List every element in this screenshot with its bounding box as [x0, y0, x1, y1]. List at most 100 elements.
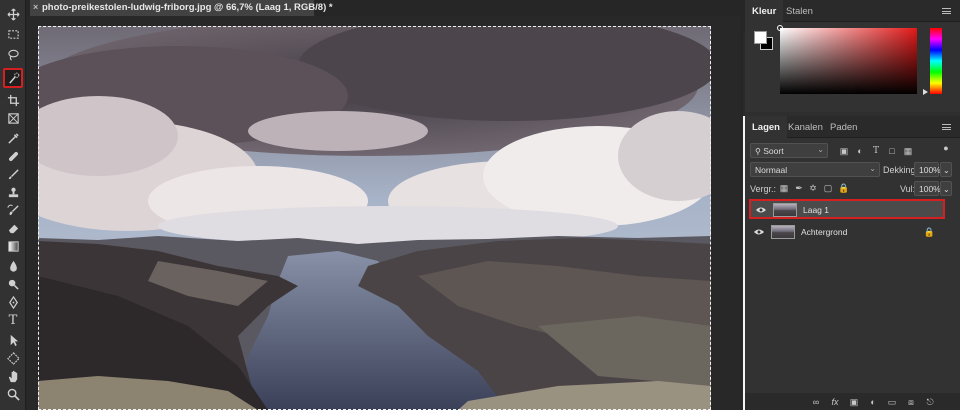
- photoshop-window: T × photo-preikestolen-ludwig-friborg.jp…: [0, 0, 960, 410]
- type-tool[interactable]: T: [3, 310, 23, 330]
- layer-thumbnail: [773, 203, 797, 217]
- eye-icon[interactable]: [754, 228, 764, 236]
- layer-row-achtergrond[interactable]: Achtergrond 🔒: [749, 223, 945, 243]
- eraser-tool[interactable]: [3, 218, 23, 238]
- quick-selection-icon: [8, 72, 19, 84]
- rectangular-marquee-tool[interactable]: [3, 24, 23, 44]
- type-icon: T: [8, 312, 18, 328]
- hand-icon: [8, 370, 17, 382]
- eye-icon[interactable]: [756, 206, 766, 214]
- filter-label: Soort: [763, 146, 784, 156]
- color-panel-tabs: Kleur Stalen: [745, 0, 960, 22]
- layer-name: Achtergrond: [801, 227, 848, 237]
- filter-toggle-icon[interactable]: ●: [941, 143, 951, 153]
- panel-menu-icon[interactable]: [942, 124, 951, 130]
- eyedropper-tool[interactable]: [3, 128, 23, 148]
- pen-icon: [8, 295, 18, 309]
- chevron-down-icon: ⌄: [943, 185, 950, 194]
- bandage-icon: [8, 151, 18, 161]
- blend-mode-value: Normaal: [755, 165, 788, 175]
- layer-row-laag-1[interactable]: Laag 1: [749, 199, 945, 219]
- zoom-icon: [7, 388, 20, 401]
- folder-icon[interactable]: ▭: [887, 397, 897, 407]
- gradient-tool[interactable]: [3, 236, 23, 256]
- shape-icon: [6, 351, 20, 365]
- lock-all-icon[interactable]: 🔒: [838, 183, 849, 193]
- link-icon[interactable]: ∞: [811, 397, 821, 407]
- shape-filter-icon[interactable]: □: [887, 146, 897, 156]
- hand-tool[interactable]: [3, 366, 23, 386]
- new-layer-icon[interactable]: ⧈: [906, 397, 916, 407]
- color-panel: Kleur Stalen: [745, 0, 960, 112]
- opacity-dropdown[interactable]: ⌄: [940, 162, 952, 177]
- document-title: photo-preikestolen-ludwig-friborg.jpg @ …: [42, 2, 333, 13]
- smart-object-filter-icon[interactable]: ▦: [903, 146, 913, 156]
- layer-filter-dropdown[interactable]: ⚲ Soort ⌄: [750, 143, 828, 158]
- lock-icon: 🔒: [923, 227, 935, 237]
- type-filter-icon[interactable]: T: [871, 146, 881, 156]
- marquee-icon: [7, 29, 19, 39]
- gradient-icon: [7, 240, 19, 252]
- right-panels: Kleur Stalen Lagen Kanalen Paden ⚲ Soort…: [745, 0, 960, 410]
- fill-input[interactable]: 100%: [914, 181, 941, 196]
- document-image[interactable]: [38, 26, 711, 410]
- eyedropper-icon: [7, 132, 19, 144]
- close-tab-icon[interactable]: ×: [33, 2, 38, 12]
- opacity-input[interactable]: 100%: [914, 162, 941, 177]
- eraser-icon: [8, 224, 18, 233]
- pen-tool[interactable]: [3, 292, 23, 312]
- layers-panel-tabs: Lagen Kanalen Paden: [745, 116, 960, 138]
- fx-icon[interactable]: fx: [830, 397, 840, 407]
- clone-stamp-tool[interactable]: [3, 182, 23, 202]
- shape-tool[interactable]: [3, 348, 23, 368]
- brush-icon: [8, 168, 19, 179]
- mask-icon[interactable]: ▣: [849, 397, 859, 407]
- adjustment-filter-icon[interactable]: ◐: [855, 146, 865, 156]
- dodge-tool[interactable]: [3, 274, 23, 294]
- lock-position-icon[interactable]: ✡: [808, 183, 818, 193]
- layer-thumbnail: [771, 225, 795, 239]
- image-filter-icon[interactable]: ▣: [839, 146, 849, 156]
- landscape-photo: [38, 26, 711, 410]
- quick-selection-tool[interactable]: [3, 68, 23, 88]
- chevron-down-icon: ⌄: [869, 164, 876, 173]
- layers-panel: Lagen Kanalen Paden ⚲ Soort ⌄ ▣ ◐ T □ ▦ …: [745, 116, 960, 410]
- hue-slider-handle-icon[interactable]: [923, 89, 928, 95]
- panel-menu-icon[interactable]: [942, 8, 951, 14]
- search-icon: ⚲: [755, 147, 761, 156]
- blur-tool[interactable]: [3, 256, 23, 276]
- tab-kleur[interactable]: Kleur: [745, 0, 784, 22]
- frame-tool[interactable]: [3, 108, 23, 128]
- tools-panel: T: [0, 0, 26, 410]
- canvas-area[interactable]: [27, 16, 750, 410]
- lock-pixels-icon[interactable]: ✒: [794, 183, 804, 193]
- history-brush-tool[interactable]: [3, 200, 23, 220]
- picker-cursor[interactable]: [777, 25, 783, 31]
- drop-icon: [9, 260, 17, 272]
- tab-stalen[interactable]: Stalen: [779, 0, 820, 22]
- document-tab[interactable]: × photo-preikestolen-ludwig-friborg.jpg …: [30, 0, 333, 16]
- fill-dropdown[interactable]: ⌄: [940, 181, 952, 196]
- chevron-down-icon: ⌄: [943, 166, 950, 175]
- crop-tool[interactable]: [3, 90, 23, 110]
- dodge-icon: [8, 279, 19, 290]
- healing-brush-tool[interactable]: [3, 146, 23, 166]
- lock-artboard-icon[interactable]: ▢: [823, 183, 833, 193]
- move-icon: [7, 8, 19, 20]
- move-tool[interactable]: [3, 4, 23, 24]
- adjustment-icon[interactable]: ◐: [868, 397, 878, 407]
- history-brush-icon: [6, 204, 19, 215]
- lock-transparency-icon[interactable]: ▦: [779, 183, 789, 193]
- hue-slider[interactable]: [930, 28, 942, 94]
- brush-tool[interactable]: [3, 164, 23, 184]
- lasso-tool[interactable]: [3, 44, 23, 64]
- color-picker-field[interactable]: [777, 25, 917, 94]
- blend-mode-dropdown[interactable]: Normaal ⌄: [750, 162, 880, 177]
- zoom-tool[interactable]: [3, 384, 23, 404]
- path-selection-tool[interactable]: [3, 330, 23, 350]
- tab-paden[interactable]: Paden: [823, 116, 864, 138]
- foreground-color-swatch[interactable]: [754, 31, 767, 44]
- trash-icon[interactable]: ⎋: [925, 397, 935, 407]
- frame-icon: [7, 112, 19, 124]
- arrow-icon: [10, 334, 18, 346]
